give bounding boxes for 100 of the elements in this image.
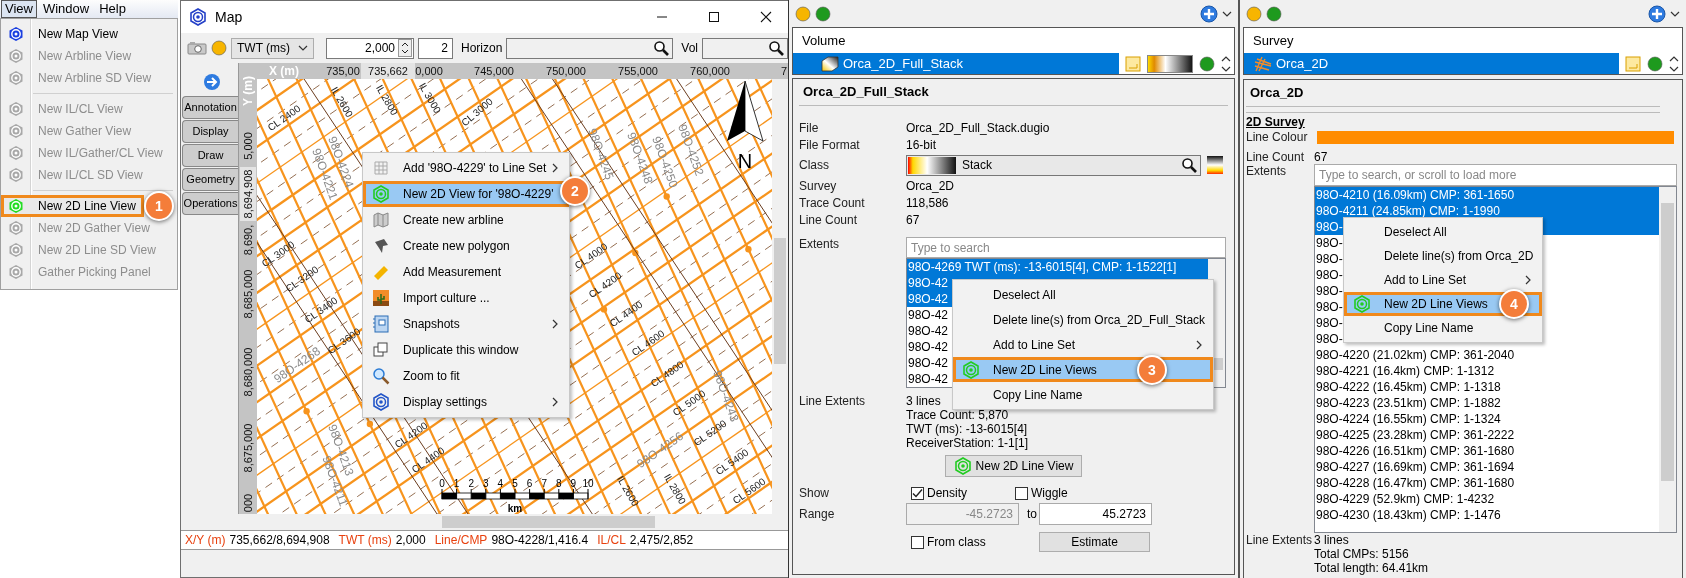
property-value: Trace Count: 5,870 — [906, 408, 1009, 422]
menu-item[interactable]: Deselect All — [953, 282, 1213, 307]
list-item[interactable]: 98O-4227 (16.69km) CMP: 361-1694 — [1315, 459, 1659, 475]
status-label: IL/CL — [597, 533, 626, 547]
camera-icon[interactable] — [187, 41, 207, 55]
maximize-icon[interactable] — [708, 11, 720, 23]
hexagon-icon — [8, 145, 24, 161]
scale-label: 6 — [526, 477, 533, 489]
list-item[interactable]: 98O-4211 (24.85km) CMP: 1-1990 — [1315, 203, 1659, 219]
section-heading: 2D Survey — [1246, 115, 1306, 129]
checkbox[interactable] — [1015, 486, 1028, 500]
tab[interactable]: Operations — [182, 192, 238, 215]
class-field[interactable]: Stack — [906, 154, 1201, 176]
menu-item[interactable]: Add to Line Set — [1344, 268, 1542, 292]
add-icon[interactable] — [1648, 4, 1666, 23]
hexagon-icon — [8, 198, 24, 214]
colour-scale-icon — [1207, 156, 1223, 174]
ruler-icon — [372, 263, 390, 281]
column-header: Volume — [801, 32, 846, 50]
estimate-button[interactable]: Estimate — [1039, 532, 1150, 552]
spin-arrows-icon — [398, 39, 412, 57]
menu-item[interactable]: Deselect All — [1344, 220, 1542, 244]
axis-title: X (m) — [269, 64, 299, 78]
checkbox[interactable] — [911, 486, 924, 500]
scrollbar[interactable] — [1659, 187, 1676, 532]
menu-item[interactable]: Create new polygon — [363, 233, 569, 259]
hexagon-icon — [8, 167, 24, 183]
list-item[interactable]: 98O-4210 (16.09km) CMP: 361-1650 — [1315, 187, 1659, 203]
hexagon-icon — [8, 123, 24, 139]
menu-item[interactable]: New 2D Line View — [1, 195, 144, 217]
menu-item[interactable]: Import culture ... — [363, 285, 569, 311]
search-icon[interactable] — [768, 40, 784, 56]
search-icon[interactable] — [653, 40, 670, 56]
notebook-icon — [372, 315, 390, 333]
tab[interactable]: Draw — [182, 144, 238, 167]
property-label: Survey — [799, 178, 838, 193]
property-label: Line Count — [799, 212, 859, 227]
list-item[interactable]: 98O-4225 (23.28km) CMP: 361-2222 — [1315, 427, 1659, 443]
menu-item[interactable]: Display settings — [363, 389, 569, 415]
list-item[interactable]: 98O-4230 (18.43km) CMP: 1-1476 — [1315, 507, 1659, 523]
checkbox-label: From class — [927, 535, 986, 549]
tab[interactable]: Geometry — [182, 168, 238, 191]
step-field[interactable]: 2 — [418, 37, 453, 59]
range-max-field[interactable]: 45.2723 — [1039, 503, 1152, 525]
property-label: Line Count — [1246, 149, 1306, 164]
layer-row[interactable]: Orca_2D — [1244, 53, 1619, 74]
axis-tick-label: 760,000 — [690, 65, 730, 77]
tab[interactable]: Display — [182, 120, 238, 143]
map-label: CL 5600 — [730, 475, 768, 507]
tab[interactable]: Annotation — [182, 96, 238, 119]
checkbox[interactable] — [911, 535, 924, 549]
horizon-field[interactable] — [506, 37, 674, 59]
list-item[interactable]: 98O-4221 (16.4km) CMP: 1-1312 — [1315, 363, 1659, 379]
domain-dropdown[interactable]: TWT (ms) — [231, 37, 314, 59]
search-field[interactable]: Type to search — [906, 237, 1226, 258]
menu-item[interactable]: Add to Line Set — [953, 332, 1213, 357]
axis-tick-label: 7 — [780, 65, 788, 77]
property-value: 67 — [906, 212, 920, 227]
menu-item[interactable]: Duplicate this window — [363, 337, 569, 363]
axis-tick-label: 000 — [242, 493, 254, 513]
list-item[interactable]: 98O-4222 (16.45km) CMP: 1-1318 — [1315, 379, 1659, 395]
menu-item[interactable]: Add Measurement — [363, 259, 569, 285]
field-label: Horizon — [461, 41, 503, 55]
menu-item[interactable]: Snapshots — [363, 311, 569, 337]
volume-field[interactable] — [702, 37, 788, 59]
list-item[interactable]: 98O-4269 TWT (ms): -13-6015[4], CMP: 1-1522[1] — [907, 259, 1208, 275]
list-item[interactable]: 98O-4229 (52.9km) CMP: 1-4232 — [1315, 491, 1659, 507]
menu-item[interactable]: Copy Line Name — [953, 382, 1213, 407]
menu-item[interactable]: New Map View — [1, 23, 177, 45]
property-label: File Format — [799, 137, 861, 152]
menu-item[interactable]: Delete line(s) from Orca_2D_Full_Stack — [953, 307, 1213, 332]
hexagon-icon — [8, 242, 24, 258]
menu-item[interactable]: Zoom to fit — [363, 363, 569, 389]
menu-title[interactable]: Window — [38, 0, 94, 18]
colour-swatch[interactable] — [1317, 130, 1674, 144]
axis-tick-label: 750,000 — [546, 65, 586, 77]
list-item[interactable]: 98O-4223 (23.51km) CMP: 1-1882 — [1315, 395, 1659, 411]
cursor-reading: 8,694,908 — [240, 167, 256, 221]
map-label: CL 3400 — [302, 294, 340, 326]
list-item[interactable]: 98O-4220 (21.02km) CMP: 361-2040 — [1315, 347, 1659, 363]
add-icon[interactable] — [1200, 4, 1218, 23]
menu-item[interactable]: Copy Line Name — [1344, 316, 1542, 340]
menu-item[interactable]: Create new arbline — [363, 207, 569, 233]
list-item[interactable]: 98O-4226 (16.51km) CMP: 361-1680 — [1315, 443, 1659, 459]
search-icon[interactable] — [1181, 157, 1197, 173]
status-label: TWT (ms) — [338, 533, 392, 547]
hexagon-icon — [8, 48, 24, 64]
menu-item[interactable]: New 2D View for '98O-4229' — [363, 181, 569, 207]
new-line-view-button[interactable]: New 2D Line View — [945, 455, 1082, 477]
value-spinbox[interactable]: 2,000 — [326, 37, 414, 59]
colorbar-icon[interactable] — [1147, 54, 1193, 73]
list-item[interactable]: 98O-4224 (16.55km) CMP: 1-1324 — [1315, 411, 1659, 427]
close-icon[interactable] — [760, 11, 772, 23]
list-item[interactable]: 98O-4228 (16.47km) CMP: 361-1680 — [1315, 475, 1659, 491]
menu-title[interactable]: Help — [95, 0, 130, 18]
layer-row[interactable]: Orca_2D_Full_Stack — [793, 53, 1119, 74]
menu-title[interactable]: View — [1, 0, 37, 18]
check-icon — [912, 487, 923, 499]
search-field[interactable]: Type to search, or scroll to load more — [1314, 164, 1677, 186]
menu-item[interactable]: Delete line(s) from Orca_2D — [1344, 244, 1542, 268]
